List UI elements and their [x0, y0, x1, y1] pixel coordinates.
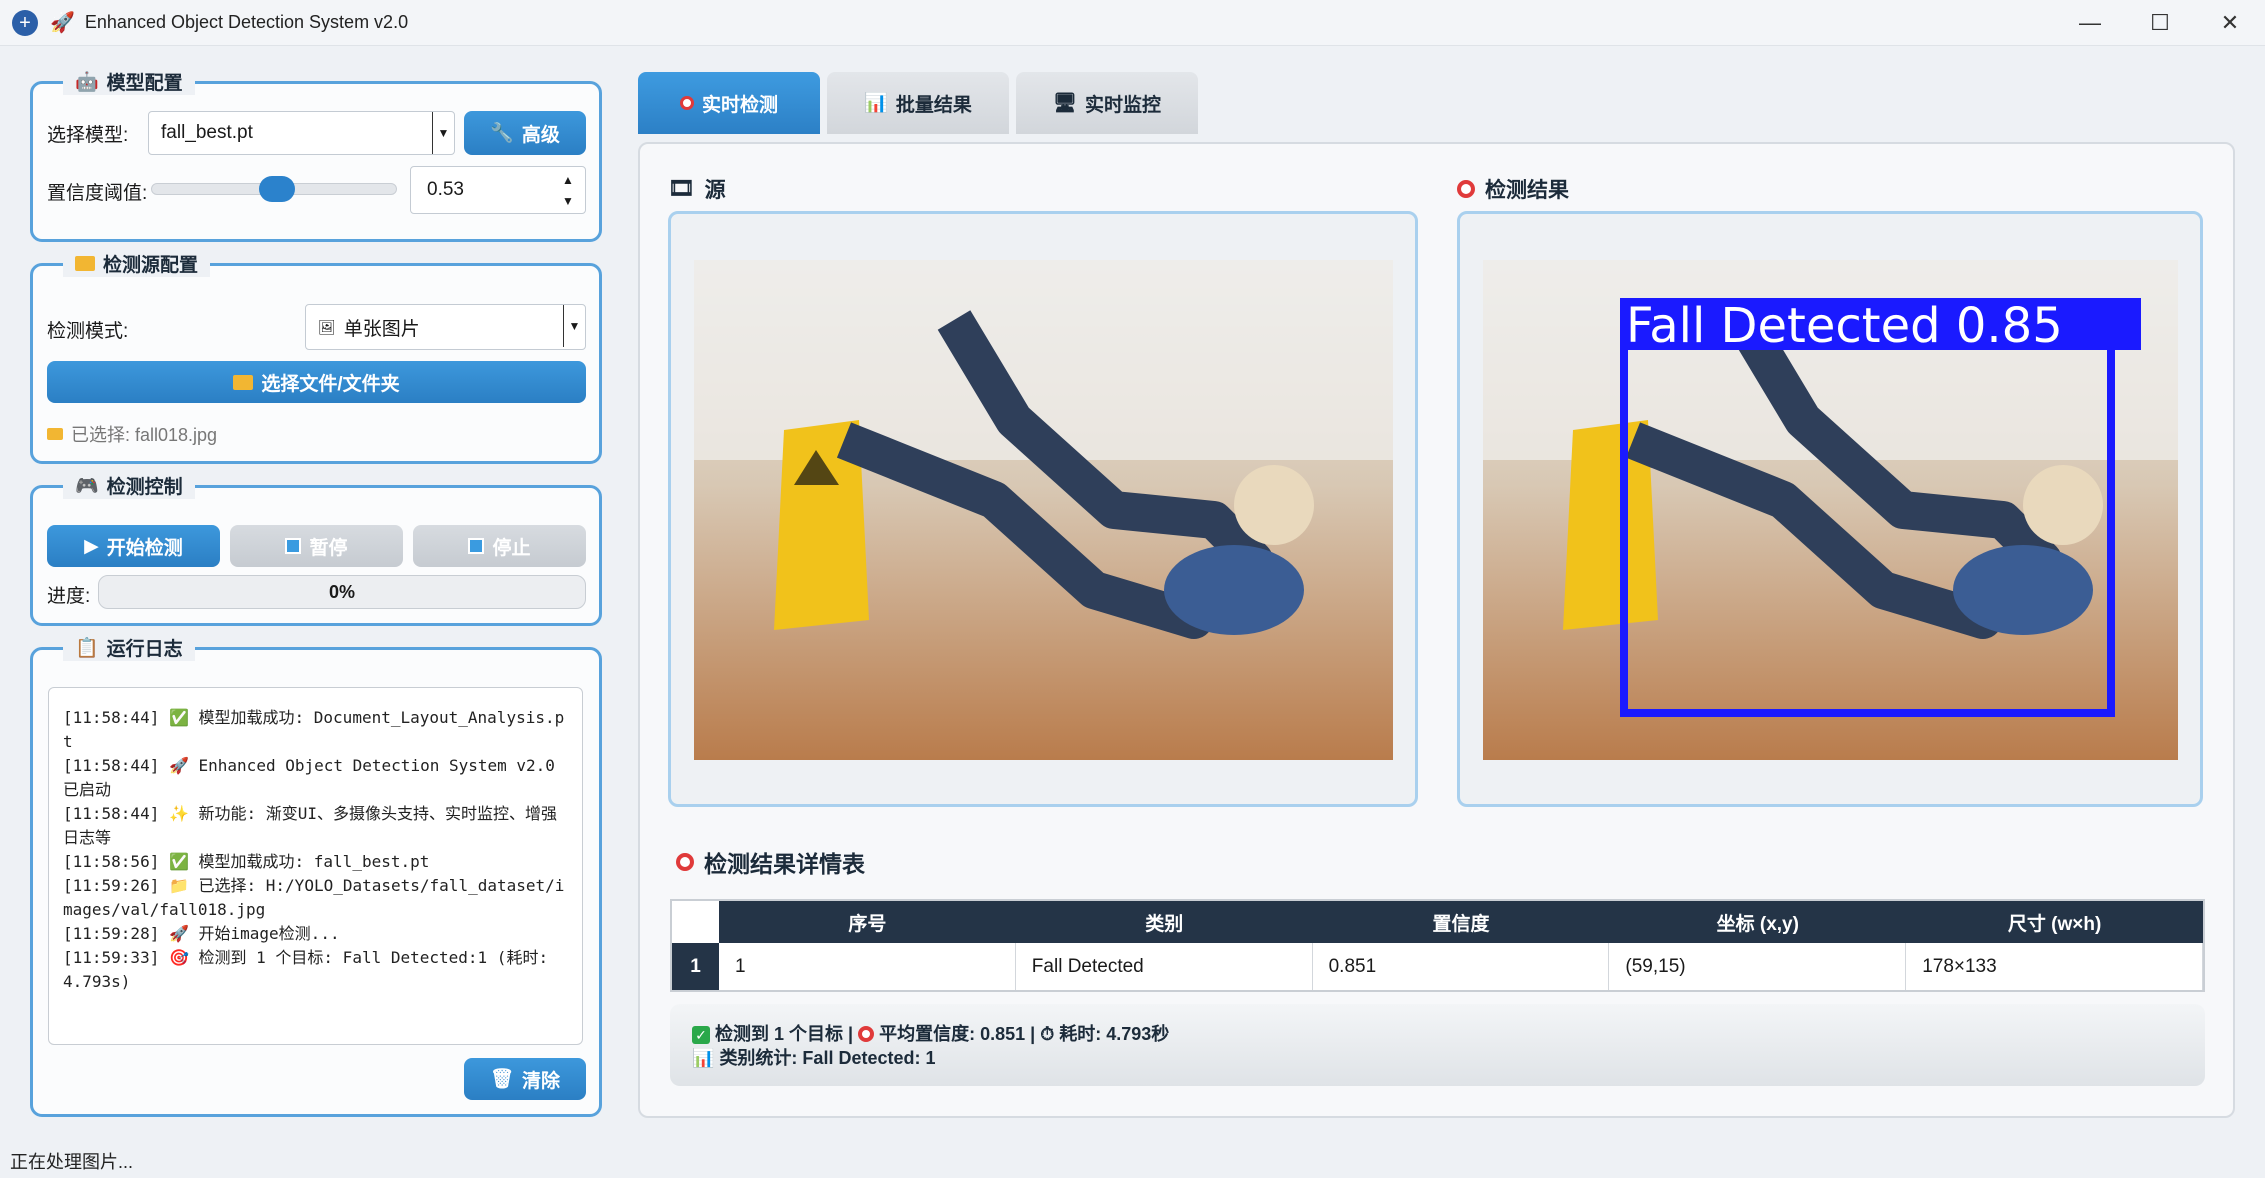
- source-panel-title: 🎞 源: [668, 177, 726, 202]
- film-icon: 🎞: [668, 177, 695, 200]
- column-header[interactable]: 坐标 (x,y): [1609, 901, 1906, 943]
- stop-button[interactable]: 停止: [413, 525, 586, 567]
- target-icon: [676, 853, 694, 871]
- memo-icon: 📋: [75, 637, 99, 659]
- window-title: Enhanced Object Detection System v2.0: [84, 12, 409, 32]
- column-header[interactable]: 尺寸 (w×h): [1906, 901, 2203, 943]
- table-cell: Fall Detected: [1016, 943, 1313, 990]
- bar-chart-icon: 📊: [864, 93, 888, 114]
- confidence-spinbox[interactable]: 0.53 ▲ ▼: [410, 166, 586, 214]
- column-header[interactable]: 置信度: [1313, 901, 1610, 943]
- spin-up-icon[interactable]: ▲: [562, 173, 574, 187]
- close-button[interactable]: ✕: [2195, 0, 2265, 46]
- progress-label: 进度:: [47, 586, 91, 607]
- log-line: [11:59:26] 📁 已选择: H:/YOLO_Datasets/fall_…: [63, 876, 565, 919]
- details-table: 序号 类别 置信度 坐标 (x,y) 尺寸 (w×h) 1 1 Fall Det…: [670, 899, 2205, 992]
- table-cell: (59,15): [1609, 943, 1907, 990]
- play-icon: ▶: [84, 535, 99, 557]
- detection-control-group: 🎮 检测控制 ▶ 开始检测 暂停 停止 进度: 0%: [30, 472, 602, 626]
- tab-realtime-monitor[interactable]: 🖥 实时监控: [1016, 72, 1198, 134]
- maximize-button[interactable]: ☐: [2125, 0, 2195, 46]
- table-row[interactable]: 1 Fall Detected 0.851 (59,15) 178×133: [719, 943, 2203, 990]
- app-icon: +: [12, 9, 38, 36]
- source-image: [694, 260, 1393, 760]
- mode-select[interactable]: 🖼 单张图片 ▼: [305, 304, 586, 350]
- log-textarea[interactable]: [11:58:44] ✅ 模型加载成功: Document_Layout_Ana…: [48, 687, 583, 1045]
- summary-line-2: 📊 类别统计: Fall Detected: 1: [692, 1048, 936, 1068]
- stop-icon: [468, 538, 485, 554]
- table-header: 序号 类别 置信度 坐标 (x,y) 尺寸 (w×h): [719, 901, 2203, 943]
- source-config-title: 检测源配置: [63, 250, 211, 277]
- progress-bar: 0%: [98, 575, 586, 609]
- chevron-down-icon: ▼: [432, 112, 454, 154]
- model-label: 选择模型:: [47, 125, 129, 146]
- mode-label: 检测模式:: [47, 321, 129, 342]
- status-bar: 正在处理图片...: [10, 1152, 134, 1172]
- result-image: Fall Detected 0.85: [1483, 260, 2178, 760]
- result-panel-title: 检测结果: [1457, 174, 1569, 204]
- target-icon: [679, 96, 694, 110]
- confidence-label: 置信度阈值:: [47, 183, 148, 204]
- image-icon: 🖼: [318, 318, 336, 335]
- pause-icon: [285, 538, 302, 554]
- table-cell: 0.851: [1313, 943, 1610, 990]
- model-config-title: 🤖 模型配置: [63, 68, 195, 95]
- gamepad-icon: 🎮: [75, 475, 99, 497]
- model-config-group: 🤖 模型配置 选择模型: fall_best.pt ▼ 🔧 高级 置信度阈值: …: [30, 68, 602, 242]
- source-config-group: 检测源配置 检测模式: 🖼 单张图片 ▼ 选择文件/文件夹 已选择: fall0…: [30, 250, 602, 464]
- target-icon: [1457, 180, 1475, 198]
- select-file-button[interactable]: 选择文件/文件夹: [47, 361, 586, 403]
- confidence-slider-handle[interactable]: [259, 176, 295, 202]
- target-icon: [858, 1026, 875, 1042]
- summary-panel: ✓ 检测到 1 个目标 | 平均置信度: 0.851 | ⏱ 耗时: 4.793…: [670, 1004, 2205, 1086]
- monitor-icon: 🖥: [1052, 93, 1078, 114]
- detection-control-title: 🎮 检测控制: [63, 472, 195, 499]
- summary-line-1: ✓ 检测到 1 个目标 | 平均置信度: 0.851 | ⏱ 耗时: 4.793…: [692, 1022, 2183, 1046]
- start-detection-button[interactable]: ▶ 开始检测: [47, 525, 220, 567]
- folder-icon: [75, 256, 95, 271]
- table-cell: 1: [719, 943, 1016, 990]
- log-line: [11:58:56] ✅ 模型加载成功: fall_best.pt: [63, 852, 430, 871]
- tab-batch-results[interactable]: 📊 批量结果: [827, 72, 1009, 134]
- pause-button[interactable]: 暂停: [230, 525, 403, 567]
- log-line: [11:58:44] 🚀 Enhanced Object Detection S…: [63, 756, 565, 799]
- log-group: 📋 运行日志 [11:58:44] ✅ 模型加载成功: Document_Lay…: [30, 634, 602, 1117]
- tab-realtime-detection[interactable]: 实时检测: [638, 72, 820, 134]
- minimize-button[interactable]: —: [2055, 0, 2125, 46]
- row-header[interactable]: 1: [672, 943, 719, 990]
- column-header[interactable]: 序号: [719, 901, 1016, 943]
- folder-icon: [233, 374, 254, 390]
- stopwatch-icon: ⏱: [1040, 1024, 1055, 1044]
- title-bar: + 🚀 Enhanced Object Detection System v2.…: [0, 0, 2265, 46]
- log-line: [11:58:44] ✨ 新功能: 渐变UI、多摄像头支持、实时监控、增强日志等: [63, 804, 558, 847]
- rocket-icon: 🚀: [50, 12, 75, 34]
- detection-label: Fall Detected 0.85: [1626, 298, 2063, 354]
- model-select[interactable]: fall_best.pt ▼: [148, 111, 455, 155]
- advanced-button[interactable]: 🔧 高级: [464, 111, 586, 155]
- log-title: 📋 运行日志: [63, 634, 195, 661]
- log-line: [11:58:44] ✅ 模型加载成功: Document_Layout_Ana…: [63, 708, 565, 751]
- table-cell: 178×133: [1906, 943, 2203, 990]
- clear-log-button[interactable]: 🗑 清除: [464, 1058, 586, 1100]
- column-header[interactable]: 类别: [1016, 901, 1313, 943]
- bar-chart-icon: 📊: [692, 1048, 715, 1068]
- chevron-down-icon: ▼: [563, 305, 585, 347]
- spin-down-icon[interactable]: ▼: [562, 194, 574, 208]
- trash-icon: 🗑: [489, 1069, 515, 1090]
- details-title: 检测结果详情表: [676, 845, 865, 879]
- robot-icon: 🤖: [75, 71, 99, 93]
- wrench-icon: 🔧: [490, 123, 514, 144]
- check-icon: ✓: [692, 1026, 710, 1044]
- log-line: [11:59:33] 🎯 检测到 1 个目标: Fall Detected:1 …: [63, 948, 558, 991]
- log-line: [11:59:28] 🚀 开始image检测...: [63, 924, 340, 943]
- selected-file-text: 已选择: fall018.jpg: [47, 421, 217, 447]
- folder-icon: [47, 428, 63, 440]
